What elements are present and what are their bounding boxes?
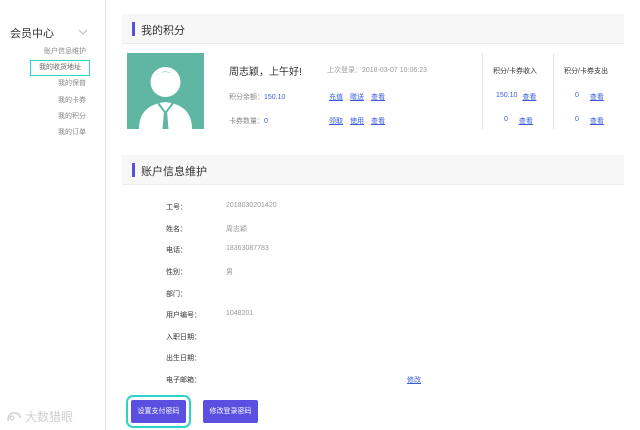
income-cards-view-link[interactable]: 查看 xyxy=(519,116,533,126)
sidebar-title: 会员中心 xyxy=(10,28,54,40)
income-points-view-link[interactable]: 查看 xyxy=(522,92,536,102)
expense-cards-view-link[interactable]: 查看 xyxy=(590,116,604,126)
field-label-email: 电子邮箱： xyxy=(166,377,201,384)
expense-header: 积分/卡券支出 xyxy=(564,68,608,75)
sidebar-item-account-info[interactable]: 账户信息维护 xyxy=(30,44,86,60)
use-link[interactable]: 使用 xyxy=(350,116,364,126)
cards-value: 0 xyxy=(264,118,268,125)
claim-link[interactable]: 领取 xyxy=(329,116,343,126)
avatar xyxy=(127,53,204,129)
cards-row: 卡券数量：0 xyxy=(229,116,268,126)
field-label-department: 部门： xyxy=(166,291,187,298)
chevron-down-icon[interactable] xyxy=(78,27,88,37)
expense-points-view-link[interactable]: 查看 xyxy=(590,92,604,102)
balance-row: 积分余额：150.10 xyxy=(229,92,285,102)
field-label-user-id: 用户编号： xyxy=(166,312,201,319)
field-value-name: 周志颖 xyxy=(226,226,247,233)
sidebar: 会员中心 账户信息维护 我的收货地址 我的保普 我的卡券 我的积分 我的订单 xyxy=(0,0,106,430)
field-label-hire-date: 入职日期： xyxy=(166,334,201,341)
income-cards-value: 0 xyxy=(504,116,508,123)
points-section-title: 我的积分 xyxy=(141,25,185,37)
sidebar-item-points[interactable]: 我的积分 xyxy=(30,109,86,125)
recharge-link[interactable]: 充值 xyxy=(329,92,343,102)
watermark-text: 大数猎眼 xyxy=(25,410,74,424)
last-login: 上次登录：2018-03-07 10:06:23 xyxy=(327,65,427,75)
user-avatar-icon xyxy=(139,67,192,129)
expense-cards-value: 0 xyxy=(575,116,579,123)
section-marker xyxy=(132,163,135,177)
sidebar-item-warranty[interactable]: 我的保普 xyxy=(30,76,86,92)
field-label-birth-date: 出生日期： xyxy=(166,355,201,362)
sidebar-item-orders[interactable]: 我的订单 xyxy=(30,125,86,141)
cards-view-link[interactable]: 查看 xyxy=(371,116,385,126)
balance-label: 积分余额： xyxy=(229,94,264,101)
cards-links: 领取 使用 查看 xyxy=(329,116,385,126)
income-cards-cell: 0 查看 xyxy=(504,116,533,126)
balance-value: 150.10 xyxy=(264,94,286,101)
change-login-password-button[interactable]: 修改登录密码 xyxy=(203,400,258,423)
points-section-header: 我的积分 xyxy=(122,14,624,44)
last-login-label: 上次登录： xyxy=(327,67,362,74)
field-label-name: 姓名： xyxy=(166,226,187,233)
set-payment-password-button[interactable]: 设置支付密码 xyxy=(126,395,191,428)
field-value-gender: 男 xyxy=(226,269,233,276)
cards-label: 卡券数量： xyxy=(229,118,264,125)
income-points-value: 150.10 xyxy=(496,92,518,99)
field-label-gender: 性别： xyxy=(166,269,187,276)
edit-email-link[interactable]: 修改 xyxy=(407,375,421,385)
expense-points-cell: 0 查看 xyxy=(575,92,604,102)
sidebar-item-shipping-address[interactable]: 我的收货地址 xyxy=(30,60,90,77)
field-label-phone: 电话： xyxy=(166,247,187,254)
sidebar-menu: 账户信息维护 我的收货地址 我的保普 我的卡券 我的积分 我的订单 xyxy=(30,44,90,141)
column-divider xyxy=(553,53,554,129)
last-login-value: 2018-03-07 10:06:23 xyxy=(362,67,427,74)
watermark-logo-icon xyxy=(7,411,21,421)
section-marker xyxy=(132,22,135,36)
watermark: 大数猎眼 xyxy=(6,408,73,425)
gift-link[interactable]: 赠送 xyxy=(350,92,364,102)
account-section-header: 账户信息维护 xyxy=(122,155,624,185)
balance-links: 充值 赠送 查看 xyxy=(329,92,385,102)
income-header: 积分/卡券收入 xyxy=(493,68,537,75)
field-value-user-id: 1048201 xyxy=(226,310,254,317)
account-section-title: 账户信息维护 xyxy=(141,166,207,178)
sidebar-item-coupons[interactable]: 我的卡券 xyxy=(30,93,86,109)
field-value-employee-id: 2018030201420 xyxy=(226,202,277,209)
expense-points-value: 0 xyxy=(575,92,579,99)
field-value-phone: 18363087783 xyxy=(226,245,269,252)
income-points-cell: 150.10 查看 xyxy=(496,92,536,102)
balance-view-link[interactable]: 查看 xyxy=(371,92,385,102)
expense-cards-cell: 0 查看 xyxy=(575,116,604,126)
greeting: 周志颖，上午好! xyxy=(229,67,302,78)
field-label-employee-id: 工号： xyxy=(166,204,187,211)
column-divider xyxy=(482,53,483,129)
